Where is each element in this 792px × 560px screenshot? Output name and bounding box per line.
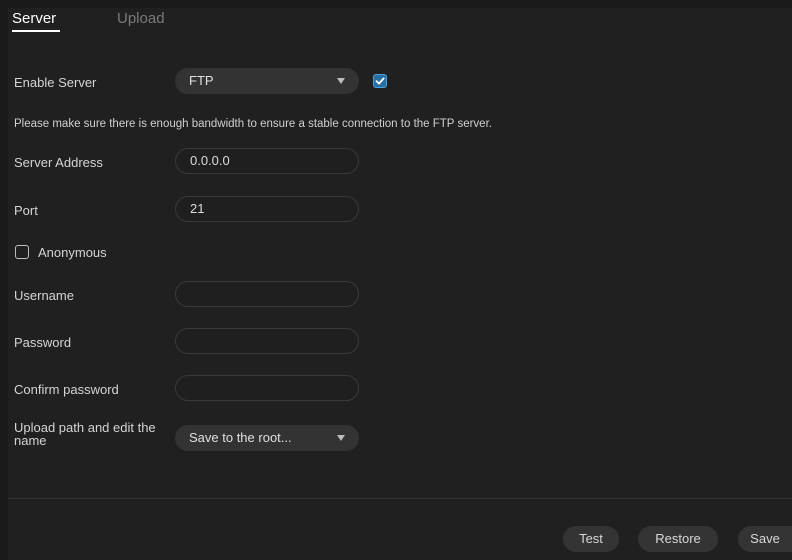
protocol-select-value: FTP [189, 73, 214, 88]
test-button[interactable]: Test [563, 526, 619, 552]
confirm-password-input[interactable] [175, 375, 359, 401]
enable-server-checkbox[interactable] [373, 74, 387, 88]
chevron-down-icon [337, 78, 345, 84]
ftp-settings-panel: Server Upload Enable Server FTP Please m… [8, 8, 792, 560]
checkmark-icon [375, 77, 385, 85]
tab-server[interactable]: Server [12, 10, 56, 27]
active-tab-underline [12, 30, 60, 32]
confirm-password-label: Confirm password [14, 382, 119, 397]
upload-path-label: Upload path and edit the name [14, 420, 156, 448]
save-button[interactable]: Save [738, 526, 792, 552]
upload-path-select[interactable]: Save to the root... [175, 425, 359, 451]
anonymous-label: Anonymous [38, 245, 107, 260]
port-label: Port [14, 203, 38, 218]
chevron-down-icon [337, 435, 345, 441]
restore-button[interactable]: Restore [638, 526, 718, 552]
protocol-select[interactable]: FTP [175, 68, 359, 94]
footer-divider [8, 498, 792, 499]
port-input[interactable]: 21 [175, 196, 359, 222]
anonymous-checkbox[interactable] [15, 245, 29, 259]
password-label: Password [14, 335, 72, 350]
password-input[interactable] [175, 328, 359, 354]
bandwidth-notice: Please make sure there is enough bandwid… [14, 118, 492, 130]
enable-server-label: Enable Server [14, 75, 97, 90]
upload-path-select-value: Save to the root... [189, 430, 292, 445]
username-label: Username [14, 288, 74, 303]
server-address-label: Server Address [14, 155, 103, 170]
tab-upload[interactable]: Upload [117, 10, 165, 27]
server-address-input[interactable]: 0.0.0.0 [175, 148, 359, 174]
username-input[interactable] [175, 281, 359, 307]
